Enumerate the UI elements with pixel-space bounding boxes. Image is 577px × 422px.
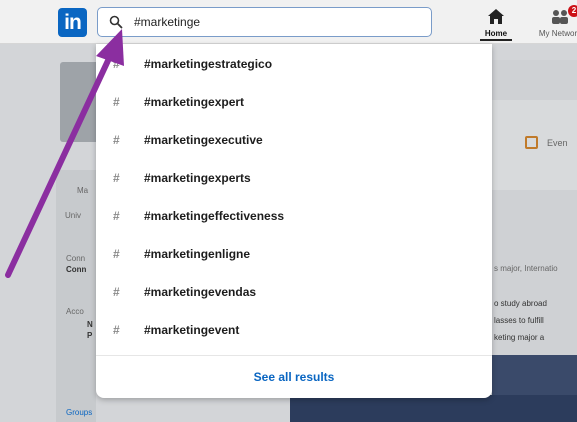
event-button-label[interactable]: Even: [547, 138, 568, 148]
suggestion-text: #marketingexpert: [144, 95, 245, 109]
hashtag-icon: #: [113, 209, 120, 223]
suggestion-text: #marketingexperts: [144, 171, 251, 185]
hashtag-icon: #: [113, 57, 120, 71]
linkedin-logo[interactable]: in: [58, 8, 87, 37]
suggestion-text: #marketingenligne: [144, 247, 251, 261]
premium-text[interactable]: P: [87, 331, 92, 340]
search-box[interactable]: [97, 7, 432, 37]
nav-my-network-label: My Network: [538, 29, 577, 38]
post-image: [290, 395, 577, 422]
profile-card-image: [60, 62, 100, 142]
hashtag-icon: #: [113, 247, 120, 261]
hashtag-icon: #: [113, 133, 120, 147]
nav-home[interactable]: Home: [468, 5, 524, 41]
calendar-icon: [525, 136, 538, 149]
suggestion-item[interactable]: # #marketingenligne: [96, 236, 492, 274]
top-nav-bar: in Home 2 My Network: [0, 0, 577, 44]
notification-badge: 2: [568, 5, 577, 17]
suggestion-item[interactable]: # #marketingevent: [96, 312, 492, 350]
post-text-fragment: keting major a: [494, 333, 545, 342]
suggestion-item[interactable]: # #marketingestrategico: [96, 46, 492, 84]
search-icon: [109, 15, 123, 29]
post-text-fragment: lasses to fulfill: [494, 316, 544, 325]
hashtag-icon: #: [113, 285, 120, 299]
hashtag-icon: #: [113, 323, 120, 337]
suggestion-item[interactable]: # #marketingexecutive: [96, 122, 492, 160]
account-label: Acco: [66, 307, 84, 316]
suggestion-text: #marketingestrategico: [144, 57, 273, 71]
divider: [96, 355, 492, 356]
suggestion-item[interactable]: # #marketingeffectiveness: [96, 198, 492, 236]
see-all-results-link[interactable]: See all results: [96, 370, 492, 384]
home-icon: [488, 9, 504, 24]
left-sidebar: [56, 170, 96, 422]
suggestion-text: #marketingexecutive: [144, 133, 263, 147]
profile-text-fragment: Univ: [65, 211, 82, 220]
connections-link[interactable]: Conn: [66, 265, 86, 274]
groups-link[interactable]: Groups: [66, 408, 92, 417]
premium-text[interactable]: N: [87, 320, 93, 329]
suggestion-item[interactable]: # #marketingevendas: [96, 274, 492, 312]
people-icon: [552, 10, 568, 24]
nav-home-label: Home: [484, 29, 508, 38]
search-suggestions-dropdown: # #marketingestrategico # #marketingexpe…: [96, 44, 492, 398]
hashtag-icon: #: [113, 171, 120, 185]
suggestion-text: #marketingevent: [144, 323, 240, 337]
active-indicator: [480, 39, 512, 41]
profile-text-fragment: Ma: [77, 186, 89, 195]
suggestion-text: #marketingeffectiveness: [144, 209, 285, 223]
post-text-fragment: o study abroad: [494, 299, 547, 308]
nav-my-network[interactable]: 2 My Network: [532, 5, 577, 41]
suggestion-text: #marketingevendas: [144, 285, 257, 299]
post-text-fragment: s major, Internatio: [494, 264, 558, 273]
suggestion-item[interactable]: # #marketingexpert: [96, 84, 492, 122]
hashtag-icon: #: [113, 95, 120, 109]
connections-label: Conn: [66, 254, 86, 263]
suggestion-item[interactable]: # #marketingexperts: [96, 160, 492, 198]
search-input[interactable]: [134, 12, 419, 32]
